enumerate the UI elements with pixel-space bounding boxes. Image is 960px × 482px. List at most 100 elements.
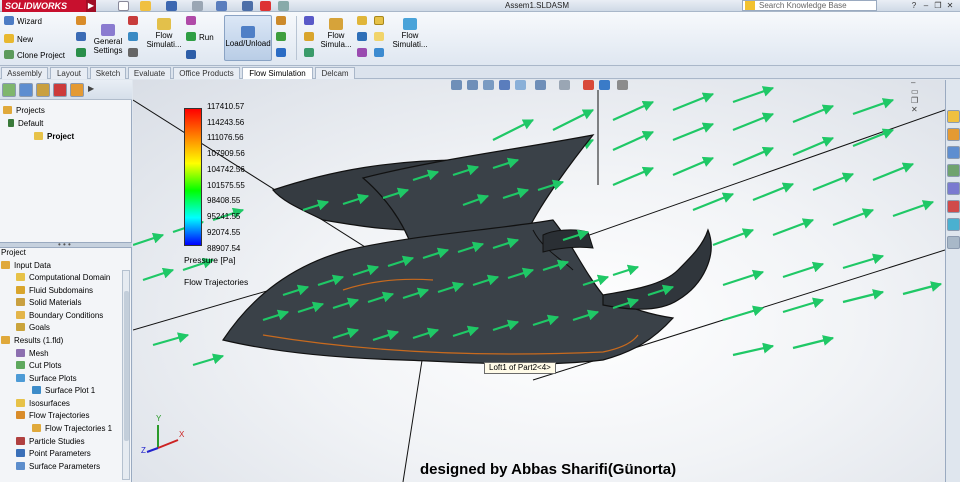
configuration-manager-icon[interactable]	[36, 83, 50, 97]
apply-scene-icon[interactable]	[599, 80, 610, 90]
tool-f-button[interactable]	[128, 48, 141, 59]
tool-g-button[interactable]	[186, 16, 199, 27]
tree-surface-parameters[interactable]: Surface Parameters	[16, 462, 100, 472]
resources-icon[interactable]	[947, 110, 960, 123]
tool-r-button[interactable]	[374, 16, 387, 27]
appearances-icon[interactable]	[947, 182, 960, 195]
tree-particle-studies[interactable]: Particle Studies	[16, 437, 85, 447]
tree-flow-trajectories[interactable]: Flow Trajectories	[16, 411, 89, 421]
tab-office-products[interactable]: Office Products	[173, 67, 240, 79]
minimize-button[interactable]: –	[920, 1, 932, 10]
view-palette-icon[interactable]	[947, 164, 960, 177]
scrollbar-thumb[interactable]	[124, 291, 129, 441]
tool-a-button[interactable]	[76, 16, 89, 27]
tool-s-button[interactable]	[374, 32, 387, 43]
tree-isosurfaces[interactable]: Isosurfaces	[16, 399, 70, 409]
tab-evaluate[interactable]: Evaluate	[128, 67, 171, 79]
custom-properties-icon[interactable]	[947, 200, 960, 213]
tree-computational-domain[interactable]: Computational Domain	[16, 273, 110, 283]
search-input[interactable]: Search Knowledge Base	[742, 0, 877, 11]
design-library-icon[interactable]	[947, 128, 960, 141]
tree-flow-trajectories-1[interactable]: Flow Trajectories 1	[32, 424, 112, 434]
save-icon[interactable]	[166, 1, 177, 11]
print-icon[interactable]	[192, 1, 203, 11]
tree-scrollbar[interactable]	[122, 270, 130, 480]
wizard-button[interactable]: Wizard	[4, 16, 42, 27]
view-orientation-icon[interactable]	[515, 80, 526, 90]
tool-k-button[interactable]	[276, 48, 289, 59]
viewport-window-controls[interactable]: – ▭ ❐ ✕	[911, 80, 919, 114]
flow-simulation-results-button[interactable]: Flow Simula...	[316, 18, 356, 49]
tree-default[interactable]: Default	[8, 119, 43, 129]
tool-n-button[interactable]	[304, 48, 317, 59]
options-icon[interactable]	[278, 1, 289, 11]
task-pane-extra-icon[interactable]	[947, 236, 960, 249]
file-explorer-icon[interactable]	[947, 146, 960, 159]
help-icon[interactable]: ?	[908, 1, 920, 10]
view-settings-icon[interactable]	[617, 80, 628, 90]
tool-i-button[interactable]	[276, 16, 289, 27]
tool-t-button[interactable]	[374, 48, 387, 59]
flow-simulation-button[interactable]: Flow Simulati...	[144, 18, 184, 49]
display-style-icon[interactable]	[535, 80, 546, 90]
zoom-fit-icon[interactable]	[451, 80, 462, 90]
tab-layout[interactable]: Layout	[50, 67, 88, 79]
tree-cut-plots[interactable]: Cut Plots	[16, 361, 61, 371]
feature-manager-icon[interactable]	[2, 83, 16, 97]
clone-project-button[interactable]: Clone Project	[4, 50, 65, 61]
tree-fluid-subdomains[interactable]: Fluid Subdomains	[16, 286, 93, 296]
undo-icon[interactable]	[216, 1, 227, 11]
select-icon[interactable]	[242, 1, 253, 11]
tool-j-button[interactable]	[276, 32, 289, 43]
tool-b-button[interactable]	[76, 32, 89, 43]
run-button[interactable]: Run	[186, 32, 214, 43]
property-manager-icon[interactable]	[19, 83, 33, 97]
search-scope-icon[interactable]	[745, 1, 755, 10]
tree-boundary-conditions[interactable]: Boundary Conditions	[16, 311, 103, 321]
tree-goals[interactable]: Goals	[16, 323, 50, 333]
tree-point-parameters[interactable]: Point Parameters	[16, 449, 91, 459]
tool-d-button[interactable]	[128, 16, 141, 27]
tree-surface-plots[interactable]: Surface Plots	[16, 374, 77, 384]
tab-sketch[interactable]: Sketch	[90, 67, 126, 79]
chevron-right-icon[interactable]: ▶	[88, 84, 94, 93]
general-settings-button[interactable]: General Settings	[90, 24, 126, 55]
edit-appearance-icon[interactable]	[583, 80, 594, 90]
tab-flow-simulation[interactable]: Flow Simulation	[242, 67, 313, 79]
tool-q-button[interactable]	[357, 48, 370, 59]
tool-e-button[interactable]	[128, 32, 141, 43]
new-icon	[4, 34, 14, 43]
zoom-area-icon[interactable]	[467, 80, 478, 90]
tool-h-button[interactable]	[186, 50, 199, 61]
open-icon[interactable]	[140, 1, 151, 11]
new-button[interactable]: New	[4, 34, 33, 45]
previous-view-icon[interactable]	[483, 80, 494, 90]
graphics-viewport[interactable]: 117410.57 114243.56 111076.56 107909.56 …	[133, 80, 945, 482]
tool-c-button[interactable]	[76, 48, 89, 59]
rebuild-icon[interactable]	[260, 1, 271, 11]
tab-assembly[interactable]: Assembly	[1, 67, 48, 79]
tree-results[interactable]: Results (1.fld)	[1, 336, 63, 346]
hide-show-icon[interactable]	[559, 80, 570, 90]
tool-o-button[interactable]	[357, 16, 370, 27]
flow-analysis-tab-icon[interactable]	[70, 83, 84, 97]
tree-projects[interactable]: Projects	[3, 106, 45, 116]
tool-p-button[interactable]	[357, 32, 370, 43]
tree-mesh[interactable]: Mesh	[16, 349, 49, 359]
solidworks-forum-icon[interactable]	[947, 218, 960, 231]
solidworks-logo[interactable]: SOLIDWORKS	[2, 0, 86, 12]
tree-project[interactable]: Project	[34, 132, 74, 142]
section-view-icon[interactable]	[499, 80, 510, 90]
flow-simulation-tools-button[interactable]: Flow Simulati...	[390, 18, 430, 49]
restore-button[interactable]: ❐	[932, 1, 944, 10]
tree-input-data[interactable]: Input Data	[1, 261, 51, 271]
model-canvas[interactable]	[133, 80, 945, 482]
appearance-icon[interactable]	[53, 83, 67, 97]
new-document-icon[interactable]	[118, 1, 129, 11]
menu-arrow-icon[interactable]: ▶	[86, 0, 96, 12]
load-unload-button[interactable]: Load/Unload	[224, 15, 272, 61]
tree-solid-materials[interactable]: Solid Materials	[16, 298, 81, 308]
close-button[interactable]: ✕	[944, 1, 956, 10]
tab-delcam[interactable]: Delcam	[315, 67, 355, 79]
tree-surface-plot-1[interactable]: Surface Plot 1	[32, 386, 95, 396]
